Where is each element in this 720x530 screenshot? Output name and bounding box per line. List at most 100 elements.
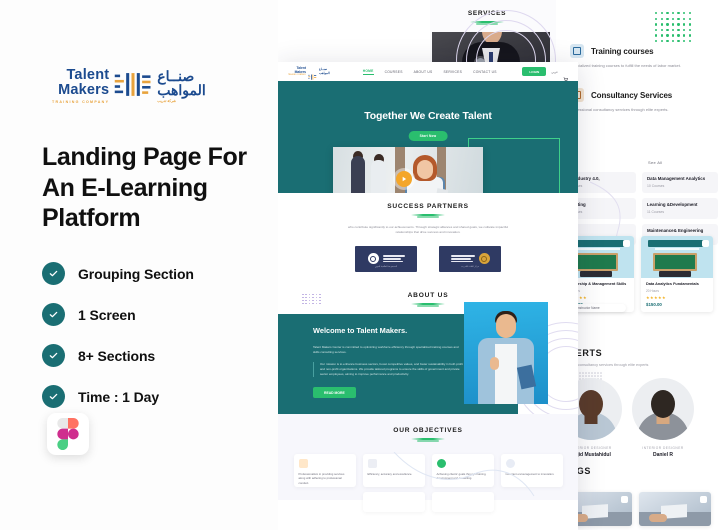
- see-all-link[interactable]: See All: [648, 160, 663, 165]
- partner-logo[interactable]: مركز القادة للتدريب: [439, 245, 501, 272]
- objective-text: Professionalism in providing services al…: [298, 471, 345, 485]
- nav-item-about-us[interactable]: ABOUT US: [414, 70, 433, 74]
- objective-text: Constant encouragement to innovation.: [505, 471, 555, 476]
- about-read-more-button[interactable]: READ MORE: [313, 387, 356, 399]
- objective-card[interactable]: Constant encouragement to innovation.: [500, 453, 563, 487]
- about-image: [464, 301, 548, 404]
- landing-page-mockup: Talent Makers TRAINING COMPANY صنــاع ال…: [278, 62, 578, 530]
- course-category-grid: HR, Industry 4.0, 12 Courses Data Manage…: [560, 172, 718, 245]
- list-item: Time : 1 Day: [42, 385, 194, 408]
- logo-subtitle: TRAINING COMPANY: [288, 74, 306, 76]
- service-card-training[interactable]: Training courses Specialized training co…: [570, 44, 715, 69]
- nav-item-courses[interactable]: COURSES: [385, 70, 403, 74]
- brand-arabic-1: صنــاع: [157, 67, 195, 84]
- expert-name: Daniel R: [652, 452, 673, 458]
- partners-logo-row: المجموعة العالمية للمهن مركز القادة للتد…: [278, 245, 578, 272]
- navbar-links: HOME COURSES ABOUT US SERVICES CONTACT U…: [362, 69, 497, 75]
- service-name: Training courses: [591, 46, 654, 56]
- objectives-card-row-secondary: [278, 491, 578, 512]
- nav-item-home[interactable]: HOME: [362, 69, 374, 75]
- expert-role: INTERIOR DESIGNER: [642, 446, 684, 450]
- partners-underline-icon: [411, 213, 445, 218]
- course-category-card[interactable]: Data Management Analytics 10 Courses: [642, 172, 718, 193]
- navbar-logo[interactable]: Talent Makers TRAINING COMPANY صنــاع ال…: [288, 67, 330, 80]
- favorite-icon[interactable]: [700, 496, 707, 503]
- mockup-navbar: Talent Makers TRAINING COMPANY صنــاع ال…: [278, 62, 578, 82]
- category-count: 11 Courses: [647, 209, 665, 214]
- nav-item-contact-us[interactable]: CONTACT US: [473, 70, 497, 74]
- objective-card[interactable]: [431, 491, 494, 512]
- about-underline-icon: [411, 302, 445, 307]
- page-title: Landing Page For An E-Learning Platform: [42, 143, 247, 232]
- brand-logo-arabic: صنــاع المواهب شركة تدريب: [157, 67, 206, 104]
- partner-seal-icon: [478, 253, 490, 265]
- instructor-name: Instructor Name: [577, 306, 600, 310]
- category-title: Learning &Development: [647, 202, 698, 207]
- objective-card[interactable]: Achieving clients' goals through trainin…: [431, 453, 494, 487]
- favorite-icon[interactable]: [621, 496, 628, 503]
- about-paragraph-2: Our mission is to enhance business secto…: [313, 362, 463, 378]
- partner-logo[interactable]: المجموعة العالمية للمهن: [355, 245, 417, 272]
- course-card[interactable]: Data Analytics Fundamentals 20 Hours ★★★…: [641, 236, 713, 312]
- objectives-card-row: Professionalism in providing services al…: [278, 453, 578, 487]
- partner-arabic-name: المجموعة العالمية للمهن: [374, 265, 398, 268]
- figma-icon[interactable]: [47, 413, 89, 455]
- category-title: Maintenance& Engineering: [647, 228, 704, 233]
- hero-cta-button[interactable]: Start Now: [408, 131, 448, 141]
- expert-card[interactable]: INTERIOR DESIGNER Daniel R: [632, 378, 694, 458]
- feature-label: 8+ Sections: [78, 347, 156, 364]
- about-section-body: Welcome to Talent Makers. Talent Makers …: [278, 301, 578, 426]
- training-icon: [570, 44, 584, 58]
- service-card-consultancy[interactable]: Consultancy Services Professional consul…: [570, 88, 715, 113]
- brand-line-1: Talent: [66, 67, 110, 83]
- hero-section: Together We Create Talent Start Now: [278, 81, 578, 193]
- feature-label: 1 Screen: [78, 306, 136, 323]
- partner-wordmark: [450, 255, 475, 263]
- screenshot-canvas: SERVICES Training courses Specialized tr…: [0, 0, 720, 530]
- partner-seal-icon: [367, 253, 379, 265]
- nav-item-services[interactable]: SERVICES: [443, 70, 462, 74]
- login-button[interactable]: LOGIN: [522, 67, 547, 76]
- about-title: ABOUT US: [407, 291, 449, 299]
- category-count: 10 Courses: [647, 183, 665, 188]
- course-price: $150.00: [646, 301, 662, 307]
- avatar: [632, 378, 694, 440]
- objectives-title: OUR OBJECTIVES: [393, 426, 463, 434]
- objective-card[interactable]: Efficiency, accuracy and excellence.: [362, 453, 425, 487]
- favorite-icon[interactable]: [702, 240, 709, 247]
- blogs-list: [560, 492, 711, 526]
- about-heading: Welcome to Talent Makers.: [313, 325, 408, 335]
- course-thumbnail-row: Leadership & Management Skills 14 Hours …: [562, 236, 713, 312]
- course-rating: ★★★★★: [646, 294, 666, 300]
- feature-label: Time : 1 Day: [78, 388, 160, 405]
- target-icon: [367, 458, 377, 468]
- objective-card[interactable]: Professionalism in providing services al…: [293, 453, 356, 487]
- feature-list: Grouping Section 1 Screen 8+ Sections Ti…: [42, 262, 194, 408]
- brand-arabic-subtitle: شركة تدريب: [157, 99, 177, 104]
- globe-icon: [436, 458, 446, 468]
- language-switch[interactable]: عربي: [551, 70, 558, 74]
- hero-title: Together We Create Talent: [364, 110, 492, 122]
- blog-image: [639, 492, 711, 526]
- logo-mark-icon: [308, 68, 317, 80]
- cart-icon[interactable]: [563, 69, 569, 82]
- objectives-underline-icon: [411, 437, 445, 442]
- objectives-section: OUR OBJECTIVES Professionalism in provid…: [278, 413, 578, 512]
- check-icon: [42, 385, 65, 408]
- navbar-actions: LOGIN عربي: [522, 67, 569, 82]
- brand-logo-latin: Talent Makers TRAINING COMPANY: [52, 67, 110, 104]
- hero-image: [333, 147, 483, 193]
- blog-card[interactable]: [639, 492, 711, 526]
- experts-list: INTERIOR DESIGNER Sajid Mustahidul INTER…: [560, 378, 694, 458]
- play-icon[interactable]: [396, 171, 412, 187]
- decorative-dot-grid: [655, 12, 695, 46]
- favorite-icon[interactable]: [623, 240, 630, 247]
- about-paragraph-1: Talent Makers Center is committed to opt…: [313, 344, 459, 354]
- logo-arabic-2: المواهب: [318, 70, 330, 75]
- bulb-icon: [505, 458, 515, 468]
- list-item: 8+ Sections: [42, 344, 194, 367]
- partner-arabic-name: مركز القادة للتدريب: [460, 265, 480, 268]
- feature-label: Grouping Section: [78, 265, 194, 282]
- course-category-card[interactable]: Learning &Development 11 Courses: [642, 198, 718, 219]
- objective-card[interactable]: [362, 491, 425, 512]
